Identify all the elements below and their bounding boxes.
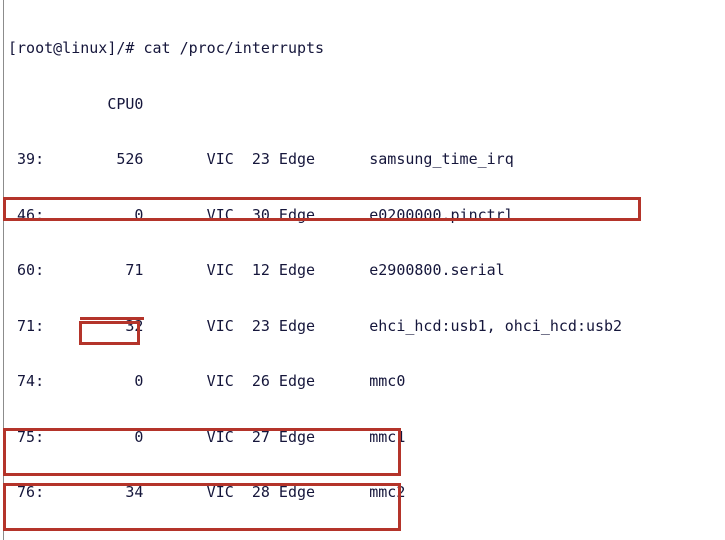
- terminal-line-irq-71: 71: 32 VIC 23 Edge ehci_hcd:usb1, ohci_h…: [8, 316, 623, 335]
- terminal-line-irq-60: 60: 71 VIC 12 Edge e2900800.serial: [8, 261, 505, 279]
- terminal-line-irq-76: 76: 34 VIC 28 Edge mmc2: [8, 483, 406, 501]
- terminal-line-cpu-header: CPU0: [8, 94, 144, 113]
- terminal-output[interactable]: [root@linux]/# cat /proc/interrupts CPU0…: [8, 2, 723, 540]
- left-margin-rule: [3, 0, 4, 540]
- terminal-line-irq-74: 74: 0 VIC 26 Edge mmc0: [8, 372, 406, 390]
- terminal-line-command-cat: [root@linux]/# cat /proc/interrupts: [8, 39, 325, 57]
- terminal-line-irq-46: 46: 0 VIC 30 Edge e0200000.pinctrl: [8, 205, 514, 224]
- terminal-window: [root@linux]/# cat /proc/interrupts CPU0…: [0, 0, 725, 540]
- terminal-line-irq-39: 39: 526 VIC 23 Edge samsung_time_irq: [8, 150, 514, 168]
- terminal-line-irq-75: 75: 0 VIC 27 Edge mmc1: [8, 427, 406, 446]
